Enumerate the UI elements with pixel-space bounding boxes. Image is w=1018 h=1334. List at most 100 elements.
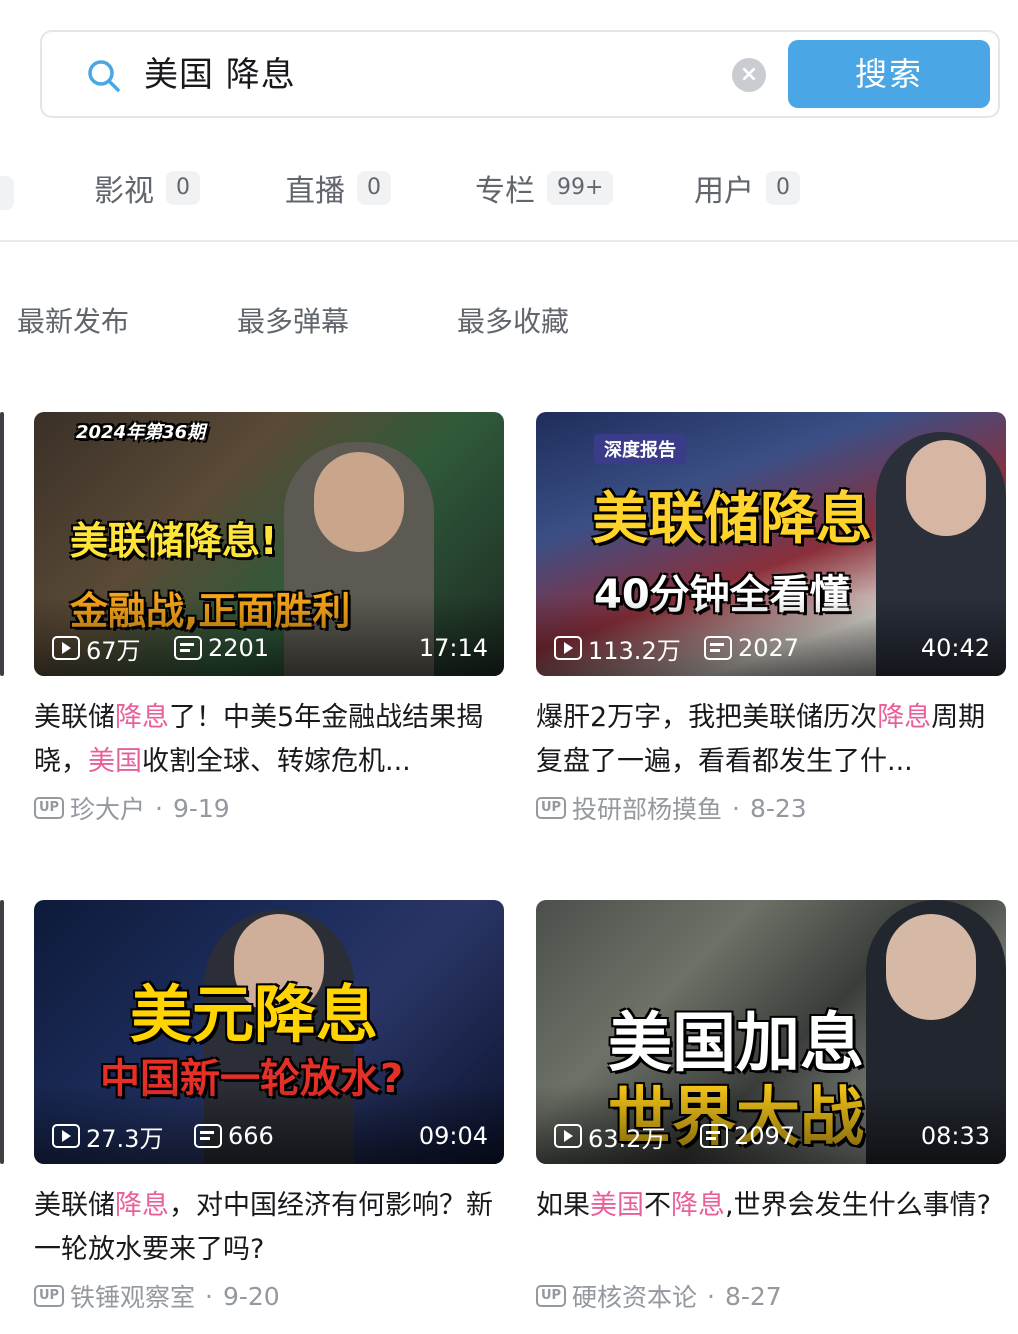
danmaku-icon <box>194 1124 222 1148</box>
thumb-headline: 美联储降息 <box>592 487 872 552</box>
tab-count: 0 <box>166 171 200 205</box>
danmaku-count-value: 2027 <box>738 634 800 662</box>
sort-most-danmaku[interactable]: 最多弹幕 <box>237 300 349 340</box>
publish-date: 8-27 <box>724 1281 782 1311</box>
tab-label: 影视 <box>94 174 154 209</box>
title-text: 美联储 <box>34 702 115 733</box>
play-icon <box>52 636 80 660</box>
title-highlight: 降息 <box>877 702 932 733</box>
view-count: 27.3万 <box>52 1120 164 1153</box>
video-card[interactable]: 深度报告 美联储降息 40分钟全看懂 113.2万 2027 40:42 爆肝2… <box>536 412 1006 828</box>
video-meta: UP 珍大户 · 9-19 <box>34 788 504 828</box>
meta-separator: · <box>707 1281 715 1311</box>
video-stats: 67万 2201 17:14 <box>52 632 488 665</box>
view-count-value: 113.2万 <box>588 636 681 665</box>
view-count-value: 67万 <box>86 636 141 665</box>
danmaku-count-value: 2201 <box>208 634 270 662</box>
up-icon: UP <box>536 1285 566 1307</box>
search-icon <box>88 60 120 92</box>
danmaku-count: 2027 <box>704 632 799 664</box>
tab-count: 0 <box>766 171 800 205</box>
video-stats: 27.3万 666 09:04 <box>52 1120 488 1153</box>
meta-separator: · <box>155 793 163 823</box>
video-meta: UP 铁锤观察室 · 9-20 <box>34 1276 504 1316</box>
video-stats: 63.2万 2097 08:33 <box>554 1120 990 1153</box>
sort-latest[interactable]: 最新发布 <box>17 300 129 340</box>
play-icon <box>52 1124 80 1148</box>
title-text: 美联储 <box>34 1190 115 1221</box>
result-type-tabs: 影视 0 直播 0 专栏 99+ 用户 0 <box>0 160 1018 242</box>
video-duration: 17:14 <box>418 634 488 662</box>
publish-date: 9-20 <box>222 1281 280 1311</box>
title-text: 爆肝2万字，我把美联储历次 <box>536 702 878 733</box>
thumb-episode-label: 2024年第36期 <box>76 422 206 443</box>
speaker-face <box>906 440 986 536</box>
video-title[interactable]: 爆肝2万字，我把美联储历次降息周期复盘了一遍，看看都发生了什... <box>536 696 1006 784</box>
view-count-value: 63.2万 <box>588 1124 666 1153</box>
title-text: 不 <box>644 1190 671 1221</box>
video-title[interactable]: 美联储降息了！中美5年金融战结果揭晓，美国收割全球、转嫁危机... <box>34 696 504 784</box>
sort-most-favorites[interactable]: 最多收藏 <box>457 300 569 340</box>
tab-partial-left[interactable] <box>0 176 14 210</box>
speaker-face <box>886 914 976 1020</box>
danmaku-count: 666 <box>194 1120 274 1152</box>
tab-live[interactable]: 直播 0 <box>285 168 391 209</box>
uploader-name[interactable]: 投研部杨摸鱼 <box>572 790 722 826</box>
up-icon: UP <box>34 1285 64 1307</box>
title-highlight: 降息 <box>115 1190 169 1221</box>
video-thumbnail[interactable]: 美元降息 中国新一轮放水? 27.3万 666 09:04 <box>34 900 504 1164</box>
clear-icon[interactable]: × <box>732 58 766 92</box>
play-icon <box>554 1124 582 1148</box>
title-text: 收割全球、转嫁危机... <box>142 746 411 777</box>
video-thumbnail[interactable]: 深度报告 美联储降息 40分钟全看懂 113.2万 2027 40:42 <box>536 412 1006 676</box>
video-meta: UP 投研部杨摸鱼 · 8-23 <box>536 788 1006 828</box>
tab-count: 99+ <box>547 171 614 205</box>
video-card[interactable]: 美国加息 世界大战 63.2万 2097 08:33 如果美国不降息,世界会发生… <box>536 900 1006 1316</box>
view-count: 67万 <box>52 632 141 665</box>
danmaku-count: 2201 <box>174 632 269 664</box>
play-icon <box>554 636 582 660</box>
uploader-name[interactable]: 铁锤观察室 <box>70 1278 195 1314</box>
tab-film[interactable]: 影视 0 <box>94 168 200 209</box>
title-text: ,世界会发生什么事情? <box>725 1190 991 1221</box>
uploader-name[interactable]: 珍大户 <box>70 790 145 826</box>
tab-label: 直播 <box>285 174 345 209</box>
video-duration: 40:42 <box>920 634 990 662</box>
video-card[interactable]: 2024年第36期 美联储降息! 金融战,正面胜利 67万 2201 17:14… <box>34 412 504 828</box>
view-count: 113.2万 <box>554 632 681 665</box>
tab-column[interactable]: 专栏 99+ <box>475 168 614 209</box>
uploader-name[interactable]: 硬核资本论 <box>572 1278 697 1314</box>
tab-user[interactable]: 用户 0 <box>694 168 800 209</box>
search-button[interactable]: 搜索 <box>788 40 990 108</box>
view-count-value: 27.3万 <box>86 1124 164 1153</box>
danmaku-count-value: 666 <box>228 1122 274 1150</box>
view-count: 63.2万 <box>554 1120 666 1153</box>
thumb-headline: 美联储降息! <box>70 519 278 563</box>
video-card[interactable]: 美元降息 中国新一轮放水? 27.3万 666 09:04 美联储降息，对中国经… <box>34 900 504 1316</box>
video-meta: UP 硬核资本论 · 8-27 <box>536 1276 1006 1316</box>
meta-separator: · <box>205 1281 213 1311</box>
thumb-headline: 美元降息 <box>130 978 379 1051</box>
search-input[interactable]: 美国 降息 <box>144 52 296 98</box>
video-title[interactable]: 如果美国不降息,世界会发生什么事情? <box>536 1184 1006 1272</box>
up-icon: UP <box>34 797 64 819</box>
video-thumbnail[interactable]: 美国加息 世界大战 63.2万 2097 08:33 <box>536 900 1006 1164</box>
video-stats: 113.2万 2027 40:42 <box>554 632 990 665</box>
video-duration: 09:04 <box>418 1122 488 1150</box>
video-thumbnail[interactable]: 2024年第36期 美联储降息! 金融战,正面胜利 67万 2201 17:14 <box>34 412 504 676</box>
offscreen-card-edge <box>0 900 4 1164</box>
title-highlight: 降息 <box>671 1190 725 1221</box>
up-icon: UP <box>536 797 566 819</box>
danmaku-count: 2097 <box>700 1120 795 1152</box>
tab-label: 专栏 <box>475 174 535 209</box>
title-highlight: 降息 <box>115 702 169 733</box>
danmaku-icon <box>700 1124 728 1148</box>
danmaku-icon <box>174 636 202 660</box>
host-face <box>314 452 404 552</box>
meta-separator: · <box>732 793 740 823</box>
video-duration: 08:33 <box>920 1122 990 1150</box>
title-highlight: 美国 <box>590 1190 644 1221</box>
publish-date: 8-23 <box>749 793 807 823</box>
video-title[interactable]: 美联储降息，对中国经济有何影响？新一轮放水要来了吗? <box>34 1184 504 1272</box>
offscreen-card-edge <box>0 412 4 676</box>
